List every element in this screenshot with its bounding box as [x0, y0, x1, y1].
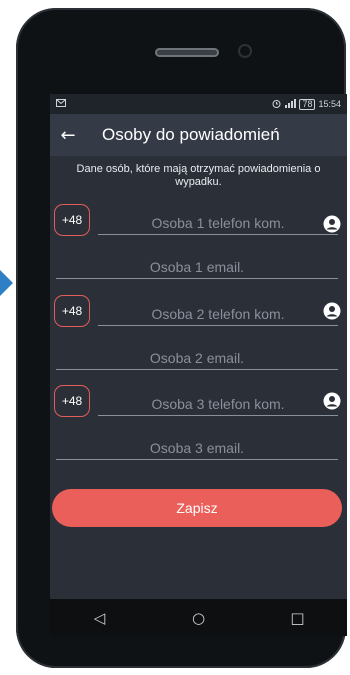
- front-camera: [238, 44, 252, 58]
- phone-input-3[interactable]: Osoba 3 telefon kom.: [98, 396, 338, 416]
- account-icon[interactable]: [323, 215, 341, 233]
- phone-prefix-1[interactable]: +48: [54, 204, 90, 236]
- nav-home-icon[interactable]: ○: [179, 609, 219, 627]
- nav-back-icon[interactable]: ◁: [80, 609, 120, 627]
- speaker-grill: [155, 48, 219, 57]
- nav-recents-icon[interactable]: □: [278, 609, 318, 627]
- alarm-icon: [272, 99, 281, 110]
- save-button[interactable]: Zapisz: [52, 489, 342, 527]
- phone-input-2[interactable]: Osoba 2 telefon kom.: [98, 306, 338, 326]
- page-title: Osoby do powiadomień: [102, 125, 280, 144]
- status-icons: 78 15:54: [272, 98, 341, 110]
- email-input-3[interactable]: Osoba 3 email.: [56, 440, 338, 460]
- contact-form: +48 Osoba 1 telefon kom. Osoba 1 email. …: [50, 182, 347, 482]
- system-nav-bar: ◁ ○ □: [50, 599, 347, 636]
- phone-prefix-2[interactable]: +48: [54, 295, 90, 327]
- status-time: 15:54: [318, 99, 341, 109]
- email-input-1[interactable]: Osoba 1 email.: [56, 259, 338, 279]
- account-icon[interactable]: [323, 392, 341, 410]
- screen: 78 15:54 ← Osoby do powiadomień Dane osó…: [50, 94, 347, 636]
- signal-icon: [284, 98, 297, 110]
- pointer-arrow: [0, 270, 13, 296]
- battery-icon: 78: [299, 98, 316, 110]
- phone-prefix-3[interactable]: +48: [54, 385, 90, 417]
- arrow-left-icon[interactable]: ←: [50, 125, 86, 146]
- email-input-2[interactable]: Osoba 2 email.: [56, 350, 338, 370]
- account-icon[interactable]: [323, 302, 341, 320]
- app-bar: ← Osoby do powiadomień: [50, 114, 347, 156]
- mail-icon: [56, 99, 66, 109]
- phone-frame: 78 15:54 ← Osoby do powiadomień Dane osó…: [16, 8, 347, 668]
- status-bar: 78 15:54: [50, 94, 347, 114]
- phone-input-1[interactable]: Osoba 1 telefon kom.: [98, 215, 338, 235]
